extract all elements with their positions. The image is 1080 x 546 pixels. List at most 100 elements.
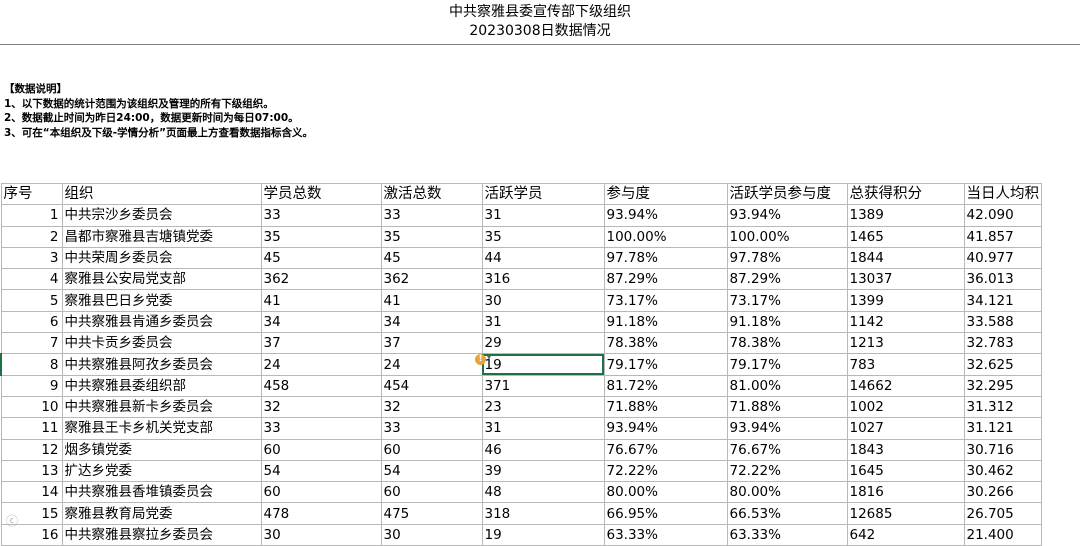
row-index-cell[interactable]: 6 [0, 310, 63, 334]
row-index-cell[interactable]: 10 [0, 395, 63, 419]
table-cell[interactable]: 察雅县王卡乡机关党支部 [61, 417, 262, 440]
header-cell[interactable]: 活跃学员参与度 [726, 182, 848, 206]
table-cell[interactable]: 97.78% [603, 246, 728, 270]
table-cell[interactable]: 42.090 [963, 204, 1042, 227]
table-cell[interactable]: 91.18% [726, 310, 848, 334]
table-cell[interactable]: 中共宗沙乡委员会 [61, 204, 262, 227]
table-cell[interactable]: 79.17% [726, 353, 848, 376]
table-cell[interactable]: 73.17% [726, 289, 848, 312]
row-index-cell[interactable]: 5 [0, 289, 63, 312]
table-cell[interactable]: 44 [481, 246, 605, 270]
table-cell[interactable]: 48 [481, 481, 605, 504]
table-cell[interactable]: 34 [380, 310, 483, 334]
table-cell[interactable]: 60 [260, 481, 382, 504]
table-cell[interactable]: 79.17% [603, 353, 728, 376]
table-cell[interactable]: 察雅县教育局党委 [61, 502, 262, 525]
table-cell[interactable]: 81.00% [726, 374, 848, 397]
table-cell[interactable]: 37 [260, 332, 382, 355]
table-cell[interactable]: 中共荣周乡委员会 [61, 246, 262, 270]
header-cell[interactable]: 组织 [61, 182, 262, 206]
table-cell[interactable]: 76.67% [726, 438, 848, 461]
table-cell[interactable]: 30 [260, 523, 382, 546]
table-cell[interactable]: 93.94% [726, 417, 848, 440]
table-cell[interactable]: 30 [481, 289, 605, 312]
table-cell[interactable]: 1389 [846, 204, 965, 227]
row-index-cell[interactable]: 7 [0, 332, 63, 355]
row-index-cell[interactable]: 8 [0, 353, 63, 376]
table-cell[interactable]: 扩达乡党委 [61, 459, 262, 483]
table-cell[interactable]: 察雅县公安局党支部 [61, 268, 262, 291]
header-cell[interactable]: 总获得积分 [846, 182, 965, 206]
table-cell[interactable]: 63.33% [726, 523, 848, 546]
table-cell[interactable]: 40.977 [963, 246, 1042, 270]
table-cell[interactable]: 32 [260, 395, 382, 419]
table-cell[interactable]: 45 [380, 246, 483, 270]
table-cell[interactable]: 31 [481, 417, 605, 440]
table-cell[interactable]: 78.38% [726, 332, 848, 355]
table-cell[interactable]: 478 [260, 502, 382, 525]
table-cell[interactable]: 31.312 [963, 395, 1042, 419]
table-cell[interactable]: 66.95% [603, 502, 728, 525]
table-cell[interactable]: 33 [380, 204, 483, 227]
table-cell[interactable]: 454 [380, 374, 483, 397]
table-cell[interactable]: 362 [380, 268, 483, 291]
table-cell[interactable]: 81.72% [603, 374, 728, 397]
table-cell[interactable]: 中共察雅县香堆镇委员会 [61, 481, 262, 504]
table-cell[interactable]: 30.716 [963, 438, 1042, 461]
table-cell[interactable]: 87.29% [603, 268, 728, 291]
table-cell[interactable]: 36.013 [963, 268, 1042, 291]
header-cell[interactable]: 活跃学员 [481, 182, 605, 206]
table-cell[interactable]: 33 [260, 204, 382, 227]
table-cell[interactable]: 35 [260, 225, 382, 248]
table-cell[interactable]: 30.266 [963, 481, 1042, 504]
row-index-cell[interactable]: 1 [0, 204, 63, 227]
table-cell[interactable]: 31 [481, 310, 605, 334]
table-cell[interactable]: 1816 [846, 481, 965, 504]
table-cell[interactable]: 1142 [846, 310, 965, 334]
table-cell[interactable]: 642 [846, 523, 965, 546]
table-cell[interactable]: 76.67% [603, 438, 728, 461]
table-cell[interactable]: 475 [380, 502, 483, 525]
table-cell[interactable]: 32.783 [963, 332, 1042, 355]
table-cell[interactable]: 316 [481, 268, 605, 291]
header-cell[interactable]: 序号 [0, 182, 63, 206]
table-cell[interactable]: 1399 [846, 289, 965, 312]
table-cell[interactable]: 19 [481, 523, 605, 546]
table-cell[interactable]: 1465 [846, 225, 965, 248]
table-cell[interactable]: 1002 [846, 395, 965, 419]
table-cell[interactable]: 烟多镇党委 [61, 438, 262, 461]
table-cell[interactable]: 24 [260, 353, 382, 376]
table-cell[interactable]: 73.17% [603, 289, 728, 312]
table-cell[interactable]: 1213 [846, 332, 965, 355]
table-cell[interactable]: 93.94% [726, 204, 848, 227]
table-cell[interactable]: 34.121 [963, 289, 1042, 312]
table-cell[interactable]: 1027 [846, 417, 965, 440]
table-cell[interactable]: 318 [481, 502, 605, 525]
table-cell[interactable]: 21.400 [963, 523, 1042, 546]
table-cell[interactable]: 29 [481, 332, 605, 355]
table-cell[interactable]: 371 [481, 374, 605, 397]
table-cell[interactable]: 39 [481, 459, 605, 483]
table-cell[interactable]: 察雅县巴日乡党委 [61, 289, 262, 312]
row-index-cell[interactable]: 12 [0, 438, 63, 461]
row-index-cell[interactable]: 13 [0, 459, 63, 483]
table-cell[interactable]: 32.625 [963, 353, 1042, 376]
table-cell[interactable]: 71.88% [726, 395, 848, 419]
table-cell[interactable]: 昌都市察雅县吉塘镇党委 [61, 225, 262, 248]
table-cell[interactable]: 33 [260, 417, 382, 440]
table-cell[interactable]: 54 [380, 459, 483, 483]
table-cell[interactable]: 45 [260, 246, 382, 270]
table-cell[interactable]: 63.33% [603, 523, 728, 546]
table-cell[interactable]: 中共卡贡乡委员会 [61, 332, 262, 355]
row-index-cell[interactable]: 3 [0, 246, 63, 270]
table-cell[interactable]: 中共察雅县新卡乡委员会 [61, 395, 262, 419]
table-cell[interactable]: 37 [380, 332, 483, 355]
table-cell[interactable]: 60 [380, 481, 483, 504]
warning-icon[interactable]: ! [475, 354, 486, 365]
table-cell[interactable]: 93.94% [603, 417, 728, 440]
table-cell[interactable]: 31 [481, 204, 605, 227]
row-index-cell[interactable]: 9 [0, 374, 63, 397]
table-cell[interactable]: 458 [260, 374, 382, 397]
table-cell[interactable]: 32 [380, 395, 483, 419]
table-cell[interactable]: 71.88% [603, 395, 728, 419]
